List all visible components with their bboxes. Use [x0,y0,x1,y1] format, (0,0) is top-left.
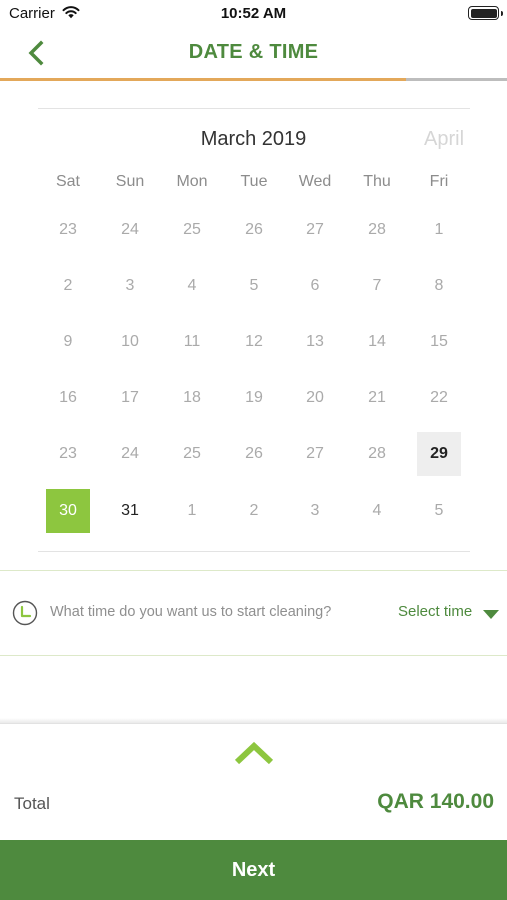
chevron-up-icon[interactable] [233,738,275,766]
calendar-day: 26 [245,445,263,462]
calendar-day: 12 [245,333,263,350]
calendar-day: 4 [372,502,382,519]
calendar-day: 11 [183,333,201,350]
calendar-day: 8 [434,277,444,294]
calendar-day: 13 [306,333,324,350]
calendar-day: 27 [306,221,324,238]
weekday-label: Fri [429,173,449,190]
calendar-day: 27 [306,445,324,462]
weekday-label: Wed [298,173,332,190]
calendar-day: 22 [430,389,448,406]
calendar-day: 5 [249,277,259,294]
status-time: 10:52 AM [220,5,287,22]
calendar-day: 14 [368,333,386,350]
calendar-day: 16 [59,389,77,406]
calendar-day: 10 [121,333,139,350]
page-title: DATE & TIME [188,41,319,63]
calendar-day: 7 [372,277,382,294]
calendar-day: 2 [63,277,73,294]
clock-icon [12,600,38,626]
calendar-day: 25 [183,445,201,462]
calendar-day: 28 [368,221,386,238]
calendar-day: 24 [121,445,139,462]
calendar-day: 23 [59,445,77,462]
weekday-label: Mon [176,173,208,190]
next-month-button[interactable]: April [424,128,464,151]
navigation-bar: DATE & TIME [0,28,507,78]
progress-bar-fill [0,78,406,81]
weekday-label: Tue [240,173,268,190]
time-row-top-divider [0,570,507,571]
calendar-day: 25 [183,221,201,238]
summary-sheet-border [0,723,507,724]
calendar-day: 9 [63,333,73,350]
calendar-day: 6 [310,277,320,294]
next-button[interactable]: Next [0,840,507,900]
calendar-day: 15 [430,333,448,350]
calendar-day: 1 [187,502,197,519]
calendar-day: 2 [249,502,259,519]
time-question-label: What time do you want us to start cleani… [50,604,332,620]
total-value: QAR 140.00 [377,790,494,813]
progress-bar [0,78,507,81]
select-time-button[interactable]: Select time [398,603,472,620]
calendar-day: 20 [306,389,324,406]
status-bar: Carrier 10:52 AM [0,0,507,28]
calendar-day: 21 [368,389,386,406]
calendar-bottom-divider [38,551,470,552]
calendar-day: 26 [245,221,263,238]
caret-down-icon[interactable] [483,610,499,619]
battery-icon [468,6,503,20]
calendar-day: 24 [121,221,139,238]
calendar-day-today[interactable]: 29 [417,432,461,476]
calendar-day: 3 [310,502,320,519]
calendar-day: 4 [187,277,197,294]
weekday-label: Thu [363,173,391,190]
weekday-label: Sat [55,173,80,190]
time-row-bottom-divider [0,655,507,656]
weekday-label: Sun [115,173,145,190]
calendar-day: 18 [183,389,201,406]
calendar-day: 23 [59,221,77,238]
calendar-day: 1 [434,221,444,238]
calendar-day: 19 [245,389,263,406]
calendar-top-divider [38,108,470,109]
calendar-day[interactable]: 31 [108,489,152,533]
calendar-day: 28 [368,445,386,462]
calendar-day: 5 [434,502,444,519]
total-label: Total [14,794,50,813]
calendar-day-selected[interactable]: 30 [46,489,90,533]
calendar-day: 3 [125,277,135,294]
calendar-day: 17 [121,389,139,406]
